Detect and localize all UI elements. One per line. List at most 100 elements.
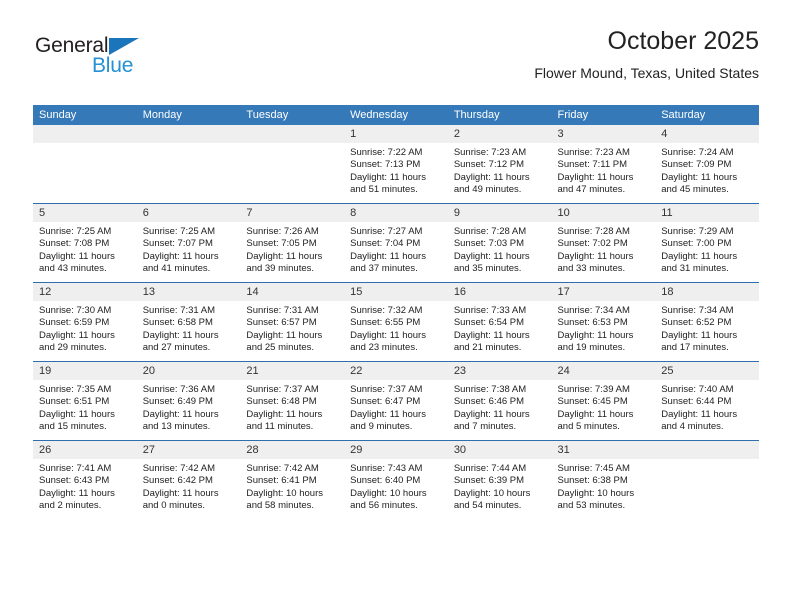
calendar-day-cell[interactable]: 16 Sunrise: 7:33 AM Sunset: 6:54 PM Dayligh…	[447, 282, 552, 362]
calendar-day-cell[interactable]: 14 Sunrise: 7:31 AM Sunset: 6:57 PM Dayligh…	[240, 282, 345, 362]
daylight-duration-line2: and 47 minutes.	[557, 184, 626, 196]
calendar-week-row: 19 Sunrise: 7:35 AM Sunset: 6:51 PM Dayligh…	[33, 361, 759, 441]
day-number: 3	[551, 125, 656, 143]
calendar-day-cell[interactable]: 19 Sunrise: 7:35 AM Sunset: 6:51 PM Dayligh…	[33, 361, 137, 441]
daylight-duration-line2: and 23 minutes.	[350, 342, 418, 354]
calendar-day-cell[interactable]: 15 Sunrise: 7:32 AM Sunset: 6:55 PM Dayligh…	[344, 282, 448, 362]
sunset-time: Sunset: 6:53 PM	[557, 317, 628, 329]
daylight-duration-line2: and 21 minutes.	[453, 342, 522, 354]
sunrise-time: Sunrise: 7:42 AM	[142, 463, 216, 474]
calendar-day-cell[interactable]: 22 Sunrise: 7:37 AM Sunset: 6:47 PM Dayligh…	[344, 361, 448, 441]
calendar-day-cell[interactable]: 6 Sunrise: 7:25 AM Sunset: 7:07 PM Daylight…	[136, 203, 241, 283]
sunrise-time: Sunrise: 7:32 AM	[350, 305, 423, 316]
daylight-duration-line2: and 4 minutes.	[661, 421, 724, 433]
sunset-time: Sunset: 7:04 PM	[350, 238, 421, 250]
calendar-day-cell[interactable]: 8 Sunrise: 7:27 AM Sunset: 7:04 PM Daylight…	[344, 203, 448, 283]
daylight-duration-line2: and 51 minutes.	[350, 184, 418, 196]
sunset-time: Sunset: 6:55 PM	[350, 317, 421, 329]
sunrise-time: Sunrise: 7:38 AM	[453, 384, 527, 395]
daylight-duration-line2: and 43 minutes.	[39, 263, 107, 275]
calendar-day-cell[interactable]: 13 Sunrise: 7:31 AM Sunset: 6:58 PM Dayligh…	[136, 282, 241, 362]
calendar-day-cell[interactable]: 24 Sunrise: 7:39 AM Sunset: 6:45 PM Dayligh…	[551, 361, 656, 441]
day-sun-info: Sunrise: 7:23 AM Sunset: 7:12 PM Daylight:…	[448, 143, 552, 197]
sunset-time: Sunset: 6:38 PM	[557, 475, 628, 487]
daylight-duration-line1: Daylight: 10 hours	[246, 487, 323, 499]
daylight-duration-line2: and 0 minutes.	[142, 500, 206, 512]
calendar-day-cell[interactable]: 23 Sunrise: 7:38 AM Sunset: 6:46 PM Dayligh…	[447, 361, 552, 441]
sunrise-time: Sunrise: 7:42 AM	[246, 463, 319, 474]
calendar-day-cell[interactable]: 29 Sunrise: 7:43 AM Sunset: 6:40 PM Dayligh…	[344, 440, 448, 519]
calendar-day-cell[interactable]: 27 Sunrise: 7:42 AM Sunset: 6:42 PM Dayligh…	[136, 440, 241, 519]
day-sun-info: Sunrise: 7:37 AM Sunset: 6:48 PM Daylight:…	[240, 380, 344, 434]
daylight-duration-line1: Daylight: 11 hours	[453, 250, 530, 262]
calendar-day-cell[interactable]: 4 Sunrise: 7:24 AM Sunset: 7:09 PM Daylight…	[655, 125, 759, 204]
calendar-day-cell[interactable]: 28 Sunrise: 7:42 AM Sunset: 6:41 PM Dayligh…	[240, 440, 345, 519]
general-blue-logo[interactable]: General Blue	[33, 34, 233, 90]
calendar-day-cell[interactable]: 11 Sunrise: 7:29 AM Sunset: 7:00 PM Dayligh…	[655, 203, 759, 283]
sunrise-time: Sunrise: 7:36 AM	[142, 384, 216, 395]
calendar-day-cell[interactable]: 1 Sunrise: 7:22 AM Sunset: 7:13 PM Daylight…	[344, 125, 448, 204]
calendar-day-cell[interactable]: 31 Sunrise: 7:45 AM Sunset: 6:38 PM Dayligh…	[551, 440, 656, 519]
calendar-day-cell[interactable]: 9 Sunrise: 7:28 AM Sunset: 7:03 PM Daylight…	[447, 203, 552, 283]
day-sun-info: Sunrise: 7:24 AM Sunset: 7:09 PM Daylight:…	[655, 143, 759, 197]
calendar-day-cell[interactable]: 10 Sunrise: 7:28 AM Sunset: 7:02 PM Dayligh…	[551, 203, 656, 283]
sunrise-time: Sunrise: 7:23 AM	[557, 147, 630, 158]
day-number: 28	[240, 441, 345, 459]
calendar-day-cell[interactable]: 26 Sunrise: 7:41 AM Sunset: 6:43 PM Dayligh…	[33, 440, 137, 519]
sunset-time: Sunset: 7:13 PM	[350, 159, 421, 171]
sunrise-time: Sunrise: 7:41 AM	[39, 463, 112, 474]
daylight-duration-line1: Daylight: 11 hours	[39, 487, 115, 499]
sunrise-time: Sunrise: 7:31 AM	[142, 305, 216, 316]
calendar-week-row: 5 Sunrise: 7:25 AM Sunset: 7:08 PM Daylight…	[33, 203, 759, 283]
calendar-day-cell[interactable]: 7 Sunrise: 7:26 AM Sunset: 7:05 PM Daylight…	[240, 203, 345, 283]
sunrise-time: Sunrise: 7:37 AM	[350, 384, 423, 395]
daylight-duration-line2: and 53 minutes.	[557, 500, 626, 512]
calendar-day-cell[interactable]: 12 Sunrise: 7:30 AM Sunset: 6:59 PM Dayligh…	[33, 282, 137, 362]
sunset-time: Sunset: 6:45 PM	[557, 396, 628, 408]
day-sun-info: Sunrise: 7:36 AM Sunset: 6:49 PM Daylight:…	[137, 380, 241, 434]
daylight-duration-line1: Daylight: 11 hours	[661, 171, 738, 183]
weekday-header-thursday: Thursday	[447, 105, 552, 125]
weekday-header-sunday: Sunday	[33, 105, 137, 125]
day-number: 10	[551, 204, 656, 222]
sunset-time: Sunset: 6:59 PM	[39, 317, 110, 329]
calendar-day-cell[interactable]: 30 Sunrise: 7:44 AM Sunset: 6:39 PM Dayligh…	[447, 440, 552, 519]
sunset-time: Sunset: 7:11 PM	[557, 159, 628, 171]
calendar-day-cell[interactable]: 25 Sunrise: 7:40 AM Sunset: 6:44 PM Dayligh…	[655, 361, 759, 441]
daylight-duration-line2: and 15 minutes.	[39, 421, 107, 433]
daylight-duration-line1: Daylight: 11 hours	[661, 250, 738, 262]
calendar-day-cell[interactable]: 5 Sunrise: 7:25 AM Sunset: 7:08 PM Daylight…	[33, 203, 137, 283]
sunrise-time: Sunrise: 7:30 AM	[39, 305, 112, 316]
calendar-day-cell[interactable]: 17 Sunrise: 7:34 AM Sunset: 6:53 PM Dayligh…	[551, 282, 656, 362]
calendar-page: General Blue October 2025 Flower Mound, …	[0, 0, 792, 612]
sunset-time: Sunset: 6:52 PM	[661, 317, 732, 329]
sunset-time: Sunset: 6:40 PM	[350, 475, 421, 487]
calendar-day-cell[interactable]: 18 Sunrise: 7:34 AM Sunset: 6:52 PM Dayligh…	[655, 282, 759, 362]
daylight-duration-line1: Daylight: 11 hours	[246, 250, 323, 262]
calendar-day-cell[interactable]: 20 Sunrise: 7:36 AM Sunset: 6:49 PM Dayligh…	[136, 361, 241, 441]
day-number: 9	[447, 204, 552, 222]
day-sun-info: Sunrise: 7:43 AM Sunset: 6:40 PM Daylight:…	[344, 459, 448, 513]
day-number: 6	[136, 204, 241, 222]
day-sun-info: Sunrise: 7:39 AM Sunset: 6:45 PM Daylight:…	[552, 380, 656, 434]
daylight-duration-line1: Daylight: 11 hours	[39, 250, 115, 262]
calendar-day-cell[interactable]: 21 Sunrise: 7:37 AM Sunset: 6:48 PM Dayligh…	[240, 361, 345, 441]
calendar-header-row: Sunday Monday Tuesday Wednesday Thursday…	[33, 105, 759, 125]
day-number	[33, 125, 137, 143]
calendar-day-cell[interactable]: 3 Sunrise: 7:23 AM Sunset: 7:11 PM Daylight…	[551, 125, 656, 204]
day-sun-info: Sunrise: 7:38 AM Sunset: 6:46 PM Daylight:…	[448, 380, 552, 434]
daylight-duration-line2: and 13 minutes.	[142, 421, 211, 433]
day-sun-info: Sunrise: 7:30 AM Sunset: 6:59 PM Daylight:…	[33, 301, 137, 355]
sunset-time: Sunset: 7:09 PM	[661, 159, 732, 171]
sunset-time: Sunset: 6:47 PM	[350, 396, 421, 408]
day-sun-info: Sunrise: 7:41 AM Sunset: 6:43 PM Daylight:…	[33, 459, 137, 513]
calendar-day-cell[interactable]: 2 Sunrise: 7:23 AM Sunset: 7:12 PM Daylight…	[447, 125, 552, 204]
sunset-time: Sunset: 6:57 PM	[246, 317, 317, 329]
day-number: 29	[344, 441, 448, 459]
sunset-time: Sunset: 6:54 PM	[453, 317, 525, 329]
day-number: 14	[240, 283, 345, 301]
weekday-header-monday: Monday	[136, 105, 241, 125]
sunrise-sunset-calendar: Sunday Monday Tuesday Wednesday Thursday…	[33, 105, 759, 519]
day-number: 19	[33, 362, 137, 380]
day-number: 2	[447, 125, 552, 143]
